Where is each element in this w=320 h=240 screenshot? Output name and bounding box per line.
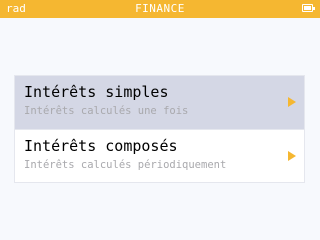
finance-menu: Intérêts simples Intérêts calculés une f…	[14, 75, 305, 183]
battery-level	[304, 6, 311, 10]
menu-item-compound-interest[interactable]: Intérêts composés Intérêts calculés péri…	[15, 129, 304, 182]
menu-item-simple-interest[interactable]: Intérêts simples Intérêts calculés une f…	[15, 76, 304, 129]
menu-item-title: Intérêts simples	[24, 83, 169, 101]
chevron-right-icon	[288, 151, 296, 161]
menu-item-subtitle: Intérêts calculés périodiquement	[24, 159, 227, 171]
battery-icon	[302, 4, 315, 12]
app-title: FINANCE	[135, 2, 185, 15]
menu-item-subtitle: Intérêts calculés une fois	[24, 105, 189, 117]
chevron-right-icon	[288, 97, 296, 107]
menu-item-title: Intérêts composés	[24, 137, 178, 155]
status-bar: rad FINANCE	[0, 0, 320, 18]
